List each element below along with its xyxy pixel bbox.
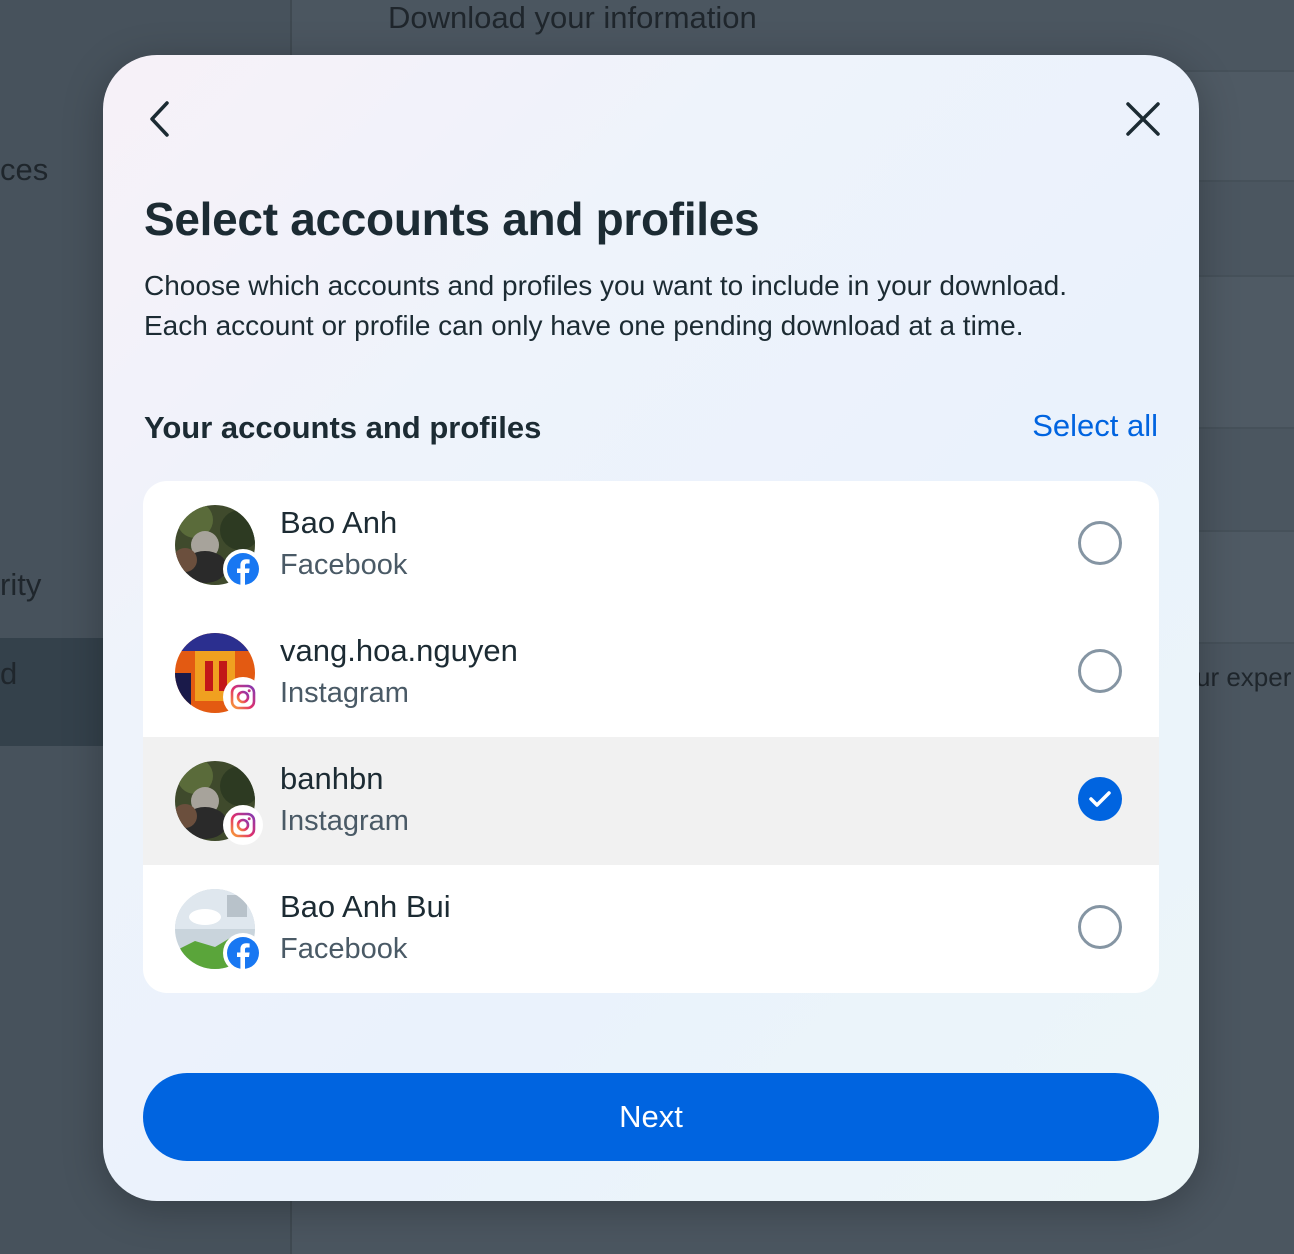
account-radio[interactable] [1078,905,1122,949]
account-row-bao-anh-facebook[interactable]: Bao Anh Facebook [143,481,1159,609]
next-button[interactable]: Next [143,1073,1159,1161]
account-row-banhbn-instagram[interactable]: banhbn Instagram [143,737,1159,865]
account-row-vang-hoa-nguyen-instagram[interactable]: vang.hoa.nguyen Instagram [143,609,1159,737]
platform-badge [223,549,263,589]
account-platform: Instagram [280,805,409,837]
facebook-icon [227,937,259,969]
select-all-link[interactable]: Select all [1032,408,1158,444]
platform-badge [223,677,263,717]
account-name: Bao Anh [280,505,398,540]
account-list: Bao Anh Facebook vang.hoa.nguyen Instagr… [143,481,1159,993]
account-radio[interactable] [1078,649,1122,693]
account-name: banhbn [280,761,384,796]
instagram-icon [230,812,256,838]
select-accounts-dialog: Select accounts and profiles Choose whic… [103,55,1199,1201]
account-radio[interactable] [1078,521,1122,565]
close-icon [1126,102,1160,136]
background-text-fragment: ur exper [1196,662,1292,692]
account-name: vang.hoa.nguyen [280,633,518,668]
back-button[interactable] [136,95,184,143]
instagram-icon [230,684,256,710]
account-name: Bao Anh Bui [280,889,451,924]
chevron-left-icon [150,101,169,137]
background-sidebar-item: rity [0,567,42,602]
dialog-description: Choose which accounts and profiles you w… [144,270,1068,341]
account-radio-checked[interactable] [1078,777,1122,821]
background-page-title: Download your information [388,0,757,35]
account-platform: Facebook [280,933,408,965]
background-sidebar-active-item: d [0,638,104,746]
account-row-bao-anh-bui-facebook[interactable]: Bao Anh Bui Facebook [143,865,1159,993]
platform-badge [223,933,263,973]
dialog-title: Select accounts and profiles [144,193,760,245]
close-button[interactable] [1119,95,1167,143]
background-sidebar-item: ces [0,152,49,187]
account-platform: Facebook [280,549,408,581]
platform-badge [223,805,263,845]
accounts-section-heading: Your accounts and profiles [144,410,542,445]
checkmark-icon [1089,791,1111,807]
background-sidebar-item: d [0,656,18,691]
facebook-icon [227,553,259,585]
account-platform: Instagram [280,677,409,709]
